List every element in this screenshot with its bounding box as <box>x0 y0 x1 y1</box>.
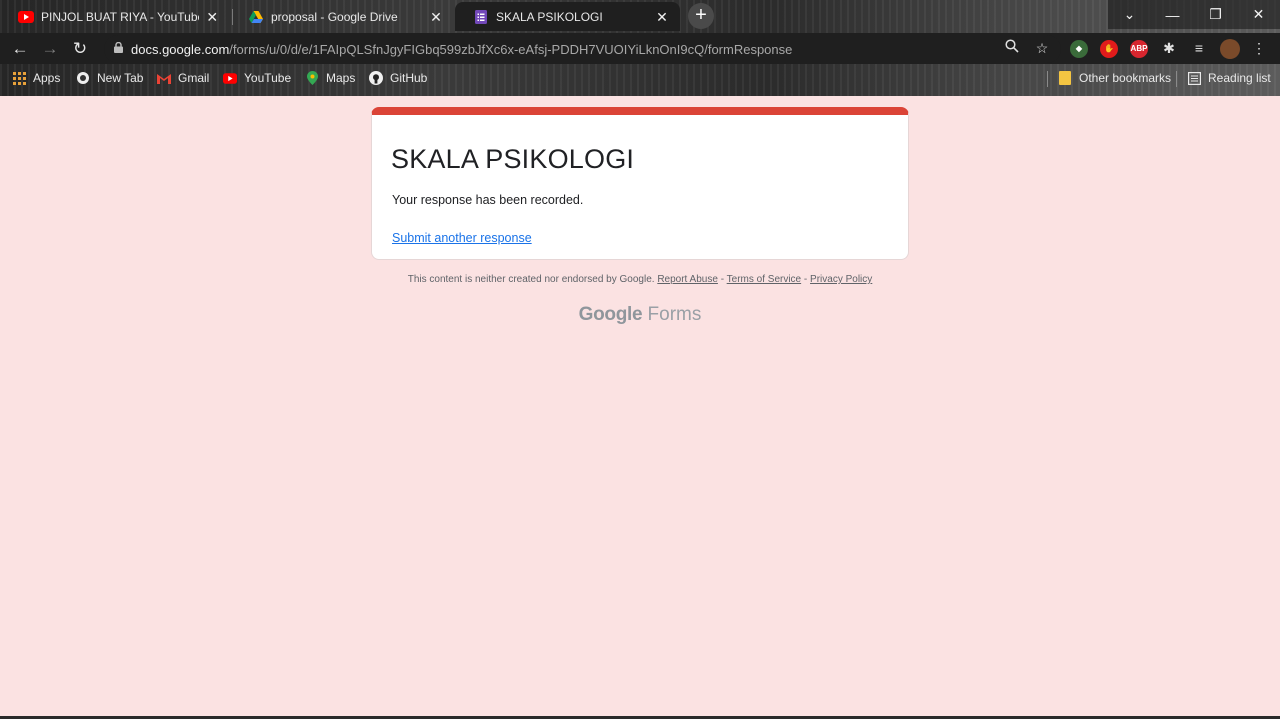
form-title: SKALA PSIKOLOGI <box>391 144 635 174</box>
folder-icon <box>1058 71 1072 85</box>
google-wordmark: Google <box>578 304 643 325</box>
url-host: docs.google.com <box>131 41 230 57</box>
report-abuse-link[interactable]: Report Abuse <box>657 274 718 285</box>
bookmark-youtube[interactable]: YouTube <box>223 71 291 85</box>
forms-wordmark: Forms <box>647 304 702 325</box>
privacy-policy-link[interactable]: Privacy Policy <box>810 274 872 285</box>
reload-button[interactable]: ↻ <box>68 37 92 61</box>
google-drive-icon <box>248 10 264 23</box>
forward-button[interactable]: → <box>38 37 62 61</box>
reading-list-label: Reading list <box>1208 71 1271 85</box>
bookmark-new-tab[interactable]: New Tab <box>76 71 143 85</box>
minimize-button[interactable]: — <box>1151 0 1194 29</box>
bookmark-github[interactable]: GitHub <box>369 71 427 85</box>
github-icon <box>369 71 383 85</box>
bookmark-apps[interactable]: Apps <box>12 71 60 85</box>
reading-list-icon <box>1187 71 1201 85</box>
tab-title: SKALA PSIKOLOGI <box>496 9 603 24</box>
bookmark-divider <box>1047 71 1048 87</box>
globe-icon <box>76 71 90 85</box>
bookmark-label: Maps <box>326 71 356 85</box>
back-button[interactable]: ← <box>8 37 32 61</box>
terms-of-service-link[interactable]: Terms of Service <box>727 274 801 285</box>
separator: - <box>803 274 808 285</box>
close-icon: ✕ <box>1252 6 1265 22</box>
arrow-right-icon: → <box>41 39 59 58</box>
avatar[interactable] <box>1220 39 1240 59</box>
bookmark-divider <box>1176 71 1177 87</box>
tab-title: proposal - Google Drive <box>271 9 398 24</box>
form-response-card: SKALA PSIKOLOGI Your response has been r… <box>371 107 909 260</box>
lock-icon <box>114 41 123 56</box>
restore-button[interactable]: ❐ <box>1194 0 1237 29</box>
chevron-down-icon: ⌄ <box>1123 6 1136 22</box>
gmail-icon <box>157 71 171 85</box>
browser-toolbar: ← → ↻ docs.google.com/forms/u/0/d/e/1FAI… <box>0 33 1280 64</box>
tab-title: PINJOL BUAT RIYA - YouTube <box>41 9 199 24</box>
browser-chrome: PINJOL BUAT RIYA - YouTube ✕ proposal - … <box>0 0 1280 96</box>
minimize-icon: — <box>1165 6 1180 23</box>
google-forms-logo[interactable]: Google Forms <box>0 304 1280 326</box>
close-window-button[interactable]: ✕ <box>1237 0 1280 29</box>
tab-youtube[interactable]: PINJOL BUAT RIYA - YouTube ✕ <box>0 2 230 31</box>
youtube-icon <box>18 10 34 23</box>
tab-skala-psikologi[interactable]: SKALA PSIKOLOGI ✕ <box>455 2 680 31</box>
bookmark-maps[interactable]: Maps <box>305 71 355 85</box>
close-icon[interactable]: ✕ <box>654 9 670 25</box>
reload-icon: ↻ <box>72 39 88 58</box>
extensions-puzzle-icon[interactable]: ✱ <box>1160 39 1178 57</box>
close-icon[interactable]: ✕ <box>428 9 444 25</box>
bookmark-label: GitHub <box>390 71 428 85</box>
bookmarks-bar: Apps New Tab Gmail YouTube Maps GitHub O… <box>0 64 1280 94</box>
tab-strip: PINJOL BUAT RIYA - YouTube ✕ proposal - … <box>0 0 1280 33</box>
bookmark-label: Gmail <box>178 71 210 85</box>
media-control-icon[interactable]: ≡ <box>1190 39 1208 57</box>
tab-search-button[interactable]: ⌄ <box>1108 0 1151 29</box>
bookmark-label: YouTube <box>244 71 292 85</box>
menu-kebab-icon[interactable]: ⋮ <box>1250 39 1268 57</box>
arrow-left-icon: ← <box>11 39 29 58</box>
google-forms-icon <box>473 9 489 24</box>
extension-hand-icon[interactable]: ✋ <box>1100 40 1118 58</box>
other-bookmarks-label: Other bookmarks <box>1079 71 1172 85</box>
bookmark-gmail[interactable]: Gmail <box>157 71 209 85</box>
address-bar[interactable]: docs.google.com/forms/u/0/d/e/1FAIpQLSfn… <box>104 35 1061 63</box>
apps-grid-icon <box>12 71 26 85</box>
reading-list-button[interactable]: Reading list <box>1187 71 1271 85</box>
extension-green-icon[interactable]: ◆ <box>1070 40 1088 58</box>
close-icon[interactable]: ✕ <box>205 9 220 25</box>
url-path: /forms/u/0/d/e/1FAIpQLSfnJgyFIGbq599zbJf… <box>229 41 793 57</box>
new-tab-button[interactable]: + <box>688 3 714 29</box>
restore-icon: ❐ <box>1209 6 1222 22</box>
youtube-icon <box>223 71 237 85</box>
footer-disclaimer: This content is neither created nor endo… <box>0 274 1280 285</box>
bookmark-label: New Tab <box>97 71 144 85</box>
confirmation-message: Your response has been recorded. <box>392 193 584 207</box>
disclaimer-text: This content is neither created nor endo… <box>407 274 655 285</box>
tab-google-drive[interactable]: proposal - Google Drive ✕ <box>230 2 454 31</box>
maps-pin-icon <box>305 71 319 85</box>
bookmark-label: Apps <box>33 71 61 85</box>
other-bookmarks-folder[interactable]: Other bookmarks <box>1058 71 1171 85</box>
submit-another-response-link[interactable]: Submit another response <box>392 231 532 245</box>
zoom-icon[interactable] <box>1003 39 1021 57</box>
adblock-plus-icon[interactable]: ABP <box>1130 40 1148 58</box>
bookmark-star-icon[interactable]: ☆ <box>1033 39 1051 57</box>
separator: - <box>720 274 725 285</box>
